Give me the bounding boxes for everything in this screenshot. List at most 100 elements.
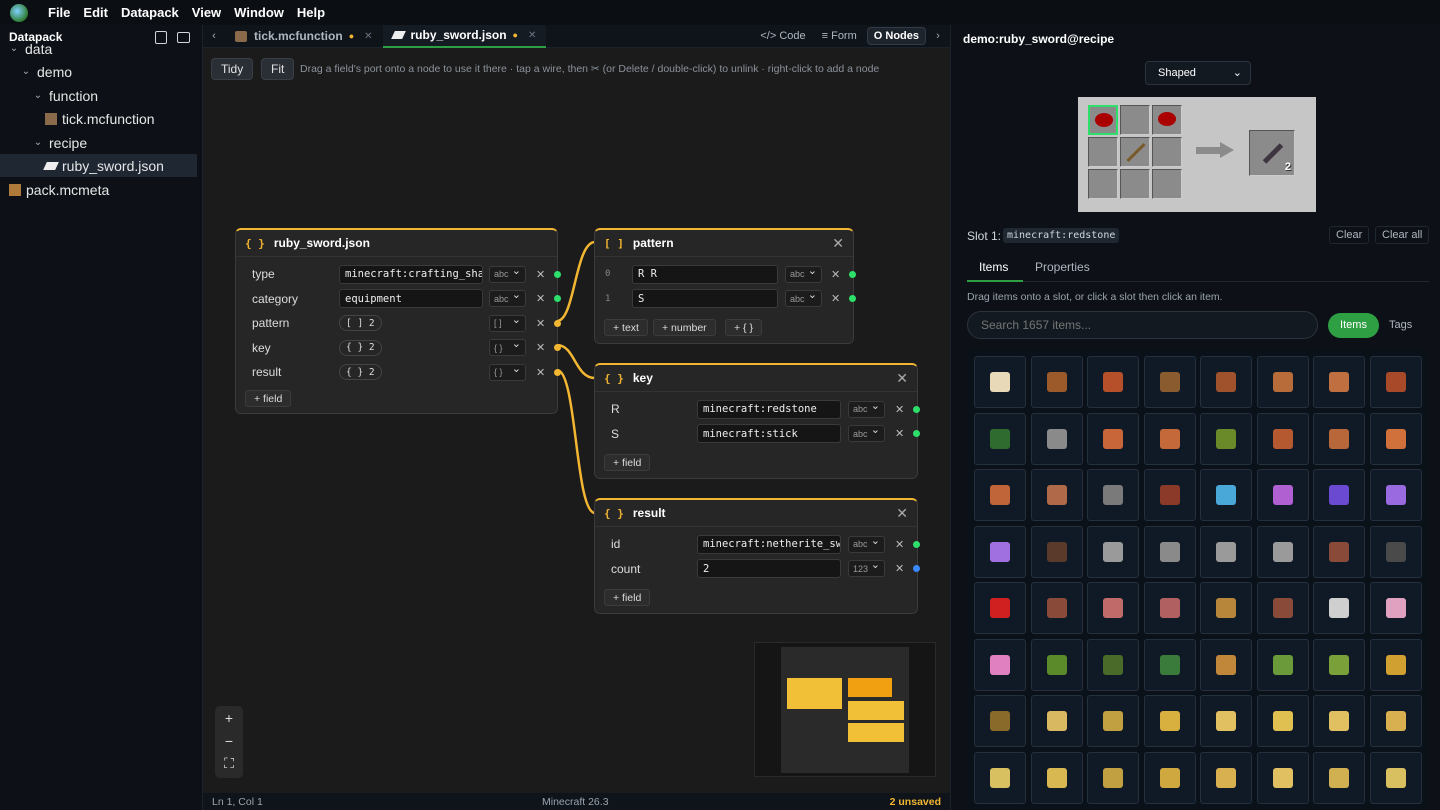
- menu-window[interactable]: Window: [234, 5, 284, 20]
- node-header[interactable]: { } result ✕: [595, 500, 917, 527]
- item-cell[interactable]: [1087, 525, 1139, 578]
- crafting-slot[interactable]: [1120, 169, 1150, 199]
- item-cell[interactable]: [1200, 469, 1252, 521]
- item-type-select[interactable]: abc: [785, 264, 822, 283]
- field-type-select[interactable]: abc: [489, 264, 526, 283]
- item-cell[interactable]: [1087, 751, 1139, 804]
- tab-tick-mcfunction[interactable]: tick.mcfunction ● ✕: [225, 25, 383, 48]
- crafting-slot[interactable]: [1152, 105, 1182, 135]
- crafting-slot[interactable]: [1088, 137, 1118, 167]
- field-port[interactable]: [554, 368, 561, 376]
- add-field-button[interactable]: + field: [604, 454, 651, 471]
- menu-file[interactable]: File: [48, 5, 70, 20]
- item-cell[interactable]: [1143, 695, 1196, 747]
- zoom-in-button[interactable]: +: [215, 706, 243, 729]
- tab-ruby-sword-json[interactable]: ruby_sword.json ● ✕: [382, 24, 547, 48]
- item-cell[interactable]: [1256, 412, 1309, 465]
- field-value-input[interactable]: 2: [697, 559, 841, 578]
- item-cell[interactable]: [1030, 412, 1083, 465]
- remove-field-icon[interactable]: ✕: [536, 317, 545, 330]
- field-port[interactable]: [913, 405, 920, 413]
- remove-field-icon[interactable]: ✕: [895, 538, 904, 551]
- close-tab-icon[interactable]: ✕: [364, 31, 372, 42]
- item-cell[interactable]: [1200, 525, 1252, 578]
- add-field-button[interactable]: + field: [245, 390, 292, 407]
- field-type-select[interactable]: 123: [848, 558, 885, 577]
- view-form-button[interactable]: ≡ Form: [816, 28, 863, 44]
- tab-items[interactable]: Items: [967, 259, 1023, 282]
- tree-item[interactable]: ⌄ demo: [0, 60, 197, 83]
- field-value-input[interactable]: minecraft:netherite_sw: [697, 534, 841, 554]
- item-cell[interactable]: [1143, 582, 1196, 634]
- add-number-button[interactable]: + number: [653, 319, 716, 336]
- item-cell[interactable]: [974, 638, 1026, 691]
- crafting-slot[interactable]: [1152, 137, 1182, 167]
- item-cell[interactable]: [974, 356, 1026, 408]
- crafting-slot[interactable]: [1120, 105, 1150, 135]
- item-cell[interactable]: [1313, 695, 1365, 747]
- clear-slot-button[interactable]: Clear: [1329, 226, 1370, 244]
- close-node-icon[interactable]: ✕: [832, 235, 844, 252]
- field-type-select[interactable]: [ ]: [489, 313, 526, 332]
- item-cell[interactable]: [974, 412, 1026, 465]
- menu-datapack[interactable]: Datapack: [121, 5, 179, 20]
- close-node-icon[interactable]: ✕: [896, 370, 908, 387]
- item-cell[interactable]: [974, 469, 1026, 521]
- item-cell[interactable]: [1200, 638, 1252, 691]
- item-cell[interactable]: [1087, 469, 1139, 521]
- result-slot[interactable]: 2: [1249, 130, 1295, 176]
- chevron-down-icon[interactable]: ⌄: [9, 43, 19, 54]
- field-link-pill[interactable]: { } 2: [339, 364, 382, 380]
- item-cell[interactable]: [1369, 582, 1422, 634]
- tree-item[interactable]: tick.mcfunction: [0, 107, 197, 130]
- item-cell[interactable]: [974, 582, 1026, 634]
- remove-field-icon[interactable]: ✕: [895, 427, 904, 440]
- item-cell[interactable]: [1369, 356, 1422, 408]
- node-pattern[interactable]: [ ] pattern ✕ 0 R R abc ✕ 1 Sabc ✕ + text + num…: [594, 228, 856, 344]
- field-type-select[interactable]: abc: [489, 288, 526, 307]
- clear-all-button[interactable]: Clear all: [1375, 226, 1430, 244]
- field-port[interactable]: [554, 270, 561, 278]
- item-search-input[interactable]: [967, 311, 1318, 339]
- remove-field-icon[interactable]: ✕: [895, 562, 904, 575]
- chevron-down-icon[interactable]: ⌄: [21, 66, 31, 77]
- field-port[interactable]: [913, 540, 920, 548]
- item-cell[interactable]: [1030, 582, 1083, 634]
- item-cell[interactable]: [1087, 412, 1139, 465]
- field-type-select[interactable]: abc: [848, 399, 885, 418]
- tree-item[interactable]: ⌄ data: [0, 37, 197, 60]
- item-cell[interactable]: [1030, 638, 1083, 691]
- menu-help[interactable]: Help: [297, 5, 325, 20]
- remove-field-icon[interactable]: ✕: [536, 366, 545, 379]
- close-tab-icon[interactable]: ✕: [528, 30, 536, 41]
- field-link-pill[interactable]: [ ] 2: [339, 315, 382, 331]
- item-cell[interactable]: [1143, 412, 1196, 465]
- item-cell[interactable]: [1369, 469, 1422, 521]
- item-cell[interactable]: [1369, 695, 1422, 747]
- item-cell[interactable]: [1143, 525, 1196, 578]
- field-type-select[interactable]: { }: [489, 337, 526, 356]
- item-cell[interactable]: [1256, 525, 1309, 578]
- tab-properties[interactable]: Properties: [1035, 260, 1090, 274]
- node-header[interactable]: [ ] pattern ✕: [595, 230, 853, 257]
- add-field-button[interactable]: + field: [604, 589, 651, 606]
- field-port[interactable]: [554, 344, 561, 351]
- item-cell[interactable]: [1369, 751, 1422, 804]
- array-item-input[interactable]: R R: [632, 264, 778, 284]
- item-cell[interactable]: [1313, 582, 1365, 634]
- tree-item[interactable]: ruby_sword.json: [0, 154, 197, 177]
- item-cell[interactable]: [1256, 751, 1309, 804]
- field-port[interactable]: [554, 319, 561, 327]
- item-port[interactable]: [849, 295, 856, 302]
- tabs-scroll-right-icon[interactable]: ›: [926, 30, 950, 42]
- crafting-slot[interactable]: [1088, 105, 1118, 135]
- node-header[interactable]: { } ruby_sword.json: [236, 230, 557, 257]
- item-cell[interactable]: [1087, 695, 1139, 747]
- remove-field-icon[interactable]: ✕: [536, 341, 545, 354]
- crafting-slot[interactable]: [1152, 169, 1182, 199]
- item-cell[interactable]: [1200, 751, 1252, 804]
- field-port[interactable]: [554, 295, 561, 302]
- item-cell[interactable]: [1143, 638, 1196, 691]
- tree-item[interactable]: pack.mcmeta: [0, 178, 197, 201]
- item-cell[interactable]: [1313, 356, 1365, 408]
